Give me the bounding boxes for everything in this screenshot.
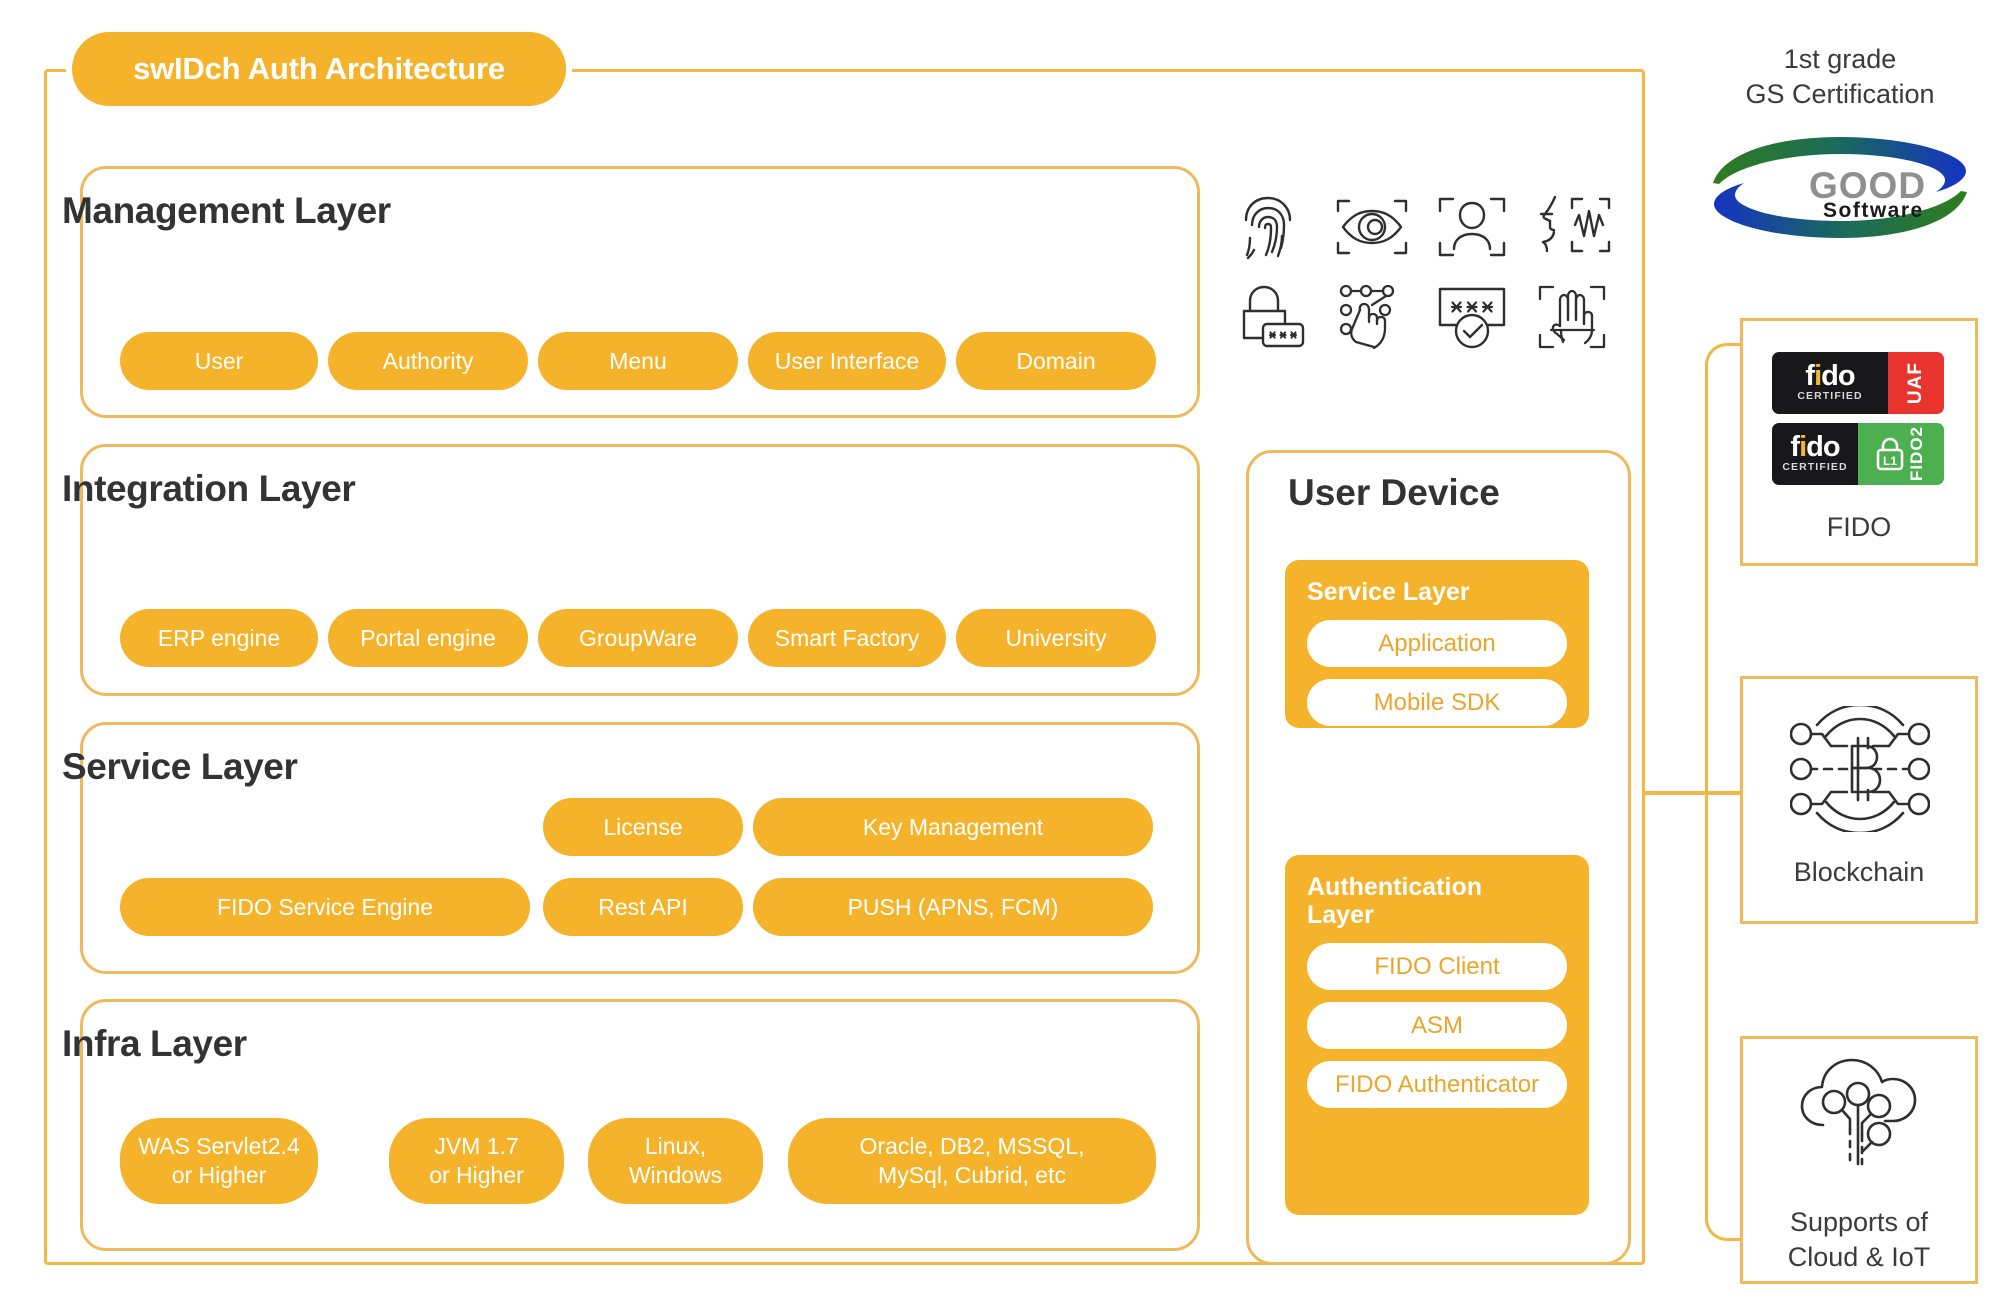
palm-scan-icon (1537, 283, 1607, 351)
pill-user[interactable]: User (120, 332, 318, 390)
gs-certification-caption: 1st grade GS Certification (1700, 42, 1980, 111)
user-device-service-layer-group: Service Layer Application Mobile SDK (1285, 560, 1589, 728)
ud-item-fido-authenticator[interactable]: FIDO Authenticator (1307, 1061, 1567, 1108)
face-recognition-icon (1437, 195, 1507, 259)
cert-label-cloud-iot: Supports of Cloud & IoT (1740, 1205, 1978, 1274)
fido-uaf-variant-panel: UAF (1888, 352, 1944, 414)
pill-groupware[interactable]: GroupWare (538, 609, 738, 667)
pill-university[interactable]: University (956, 609, 1156, 667)
ud-item-asm[interactable]: ASM (1307, 1002, 1567, 1049)
integration-layer-title: Integration Layer (62, 468, 356, 509)
fido-uaf-badge: fido CERTIFIED UAF (1772, 352, 1944, 414)
fido2-badge: fido CERTIFIED L1 FIDO2 (1772, 423, 1944, 485)
pin-verified-icon (1436, 284, 1508, 350)
fingerprint-icon (1241, 194, 1303, 260)
pill-license[interactable]: License (543, 798, 743, 856)
pill-jvm-line2: or Higher (429, 1162, 524, 1188)
fido2-certified-text: CERTIFIED (1782, 461, 1848, 474)
pill-os-line1: Linux, (644, 1133, 707, 1160)
voice-recognition-icon (1533, 194, 1611, 260)
pill-user-interface[interactable]: User Interface (748, 332, 946, 390)
fido2-variant-panel: L1 FIDO2 (1858, 423, 1944, 485)
cert-label-fido: FIDO (1826, 512, 1892, 542)
ud-item-application[interactable]: Application (1307, 620, 1567, 667)
diagram-title-badge: swIDch Auth Architecture (72, 32, 566, 106)
pill-domain[interactable]: Domain (956, 332, 1156, 390)
pill-erp-engine[interactable]: ERP engine (120, 609, 318, 667)
pill-os[interactable]: Linux, Windows (588, 1118, 763, 1204)
user-device-auth-layer-title: Authentication Layer (1307, 873, 1482, 929)
biometric-icon-grid (1222, 182, 1622, 362)
fido2-lock-level: L1 FIDO2 (1875, 426, 1927, 482)
fido2-wordmark: fido (1790, 430, 1840, 463)
svg-text:Software: Software (1823, 199, 1924, 222)
pill-fido-service-engine[interactable]: FIDO Service Engine (120, 878, 530, 936)
gs-caption-line1: 1st grade (1783, 44, 1897, 74)
user-device-service-layer-title: Service Layer (1307, 578, 1470, 606)
service-layer-title: Service Layer (62, 746, 298, 787)
good-software-logo: GOOD Software (1705, 135, 1975, 240)
fido-uaf-badge-left: fido CERTIFIED (1772, 352, 1888, 414)
pill-menu[interactable]: Menu (538, 332, 738, 390)
pill-jvm[interactable]: JVM 1.7 or Higher (389, 1118, 564, 1204)
cert-label-cloud-iot-line1: Supports of (1789, 1207, 1929, 1237)
pill-databases-line1: Oracle, DB2, MSSQL, (859, 1133, 1085, 1160)
cert-label-blockchain: Blockchain (1793, 857, 1925, 887)
pill-rest-api[interactable]: Rest API (543, 878, 743, 936)
pill-authority[interactable]: Authority (328, 332, 528, 390)
pill-push-apns-fcm[interactable]: PUSH (APNS, FCM) (753, 878, 1153, 936)
fido-uaf-variant-text: UAF (1905, 361, 1926, 405)
pill-was-servlet[interactable]: WAS Servlet2.4 or Higher (120, 1118, 318, 1204)
iris-scan-icon (1335, 196, 1409, 258)
fido2-level-text: L1 (1883, 454, 1897, 468)
user-device-title: User Device (1288, 472, 1500, 513)
connector-main-to-bracket (1645, 791, 1707, 795)
cert-label-cloud-iot-line2: Cloud & IoT (1787, 1241, 1931, 1272)
pill-databases[interactable]: Oracle, DB2, MSSQL, MySql, Cubrid, etc (788, 1118, 1156, 1204)
fido2-badge-left: fido CERTIFIED (1772, 423, 1858, 485)
cloud-iot-icon (1790, 1058, 1926, 1191)
pill-portal-engine[interactable]: Portal engine (328, 609, 528, 667)
pattern-touch-icon (1337, 282, 1407, 352)
pill-was-servlet-line2: or Higher (171, 1162, 267, 1188)
password-lock-icon (1237, 284, 1307, 350)
pill-smart-factory[interactable]: Smart Factory (748, 609, 946, 667)
fido2-variant-text: FIDO2 (1907, 426, 1926, 482)
fido-uaf-wordmark: fido (1805, 359, 1855, 392)
pill-was-servlet-line1: WAS Servlet2.4 (138, 1133, 300, 1160)
fido-uaf-certified-text: CERTIFIED (1797, 390, 1863, 403)
ud-item-fido-client[interactable]: FIDO Client (1307, 943, 1567, 990)
ud-item-mobile-sdk[interactable]: Mobile SDK (1307, 679, 1567, 726)
diagram-title-text: swIDch Auth Architecture (133, 51, 505, 86)
pill-key-management[interactable]: Key Management (753, 798, 1153, 856)
user-device-auth-layer-group: Authentication Layer FIDO Client ASM FID… (1285, 855, 1589, 1215)
pill-jvm-line1: JVM 1.7 (434, 1133, 519, 1160)
management-layer-title: Management Layer (62, 190, 391, 231)
pill-os-line2: Windows (628, 1162, 723, 1188)
infra-layer-title: Infra Layer (62, 1023, 247, 1064)
gs-caption-line2: GS Certification (1745, 78, 1935, 109)
pill-databases-line2: MySql, Cubrid, etc (878, 1162, 1066, 1188)
lock-icon: L1 (1876, 437, 1904, 471)
blockchain-bitcoin-nodes-icon (1789, 703, 1931, 837)
